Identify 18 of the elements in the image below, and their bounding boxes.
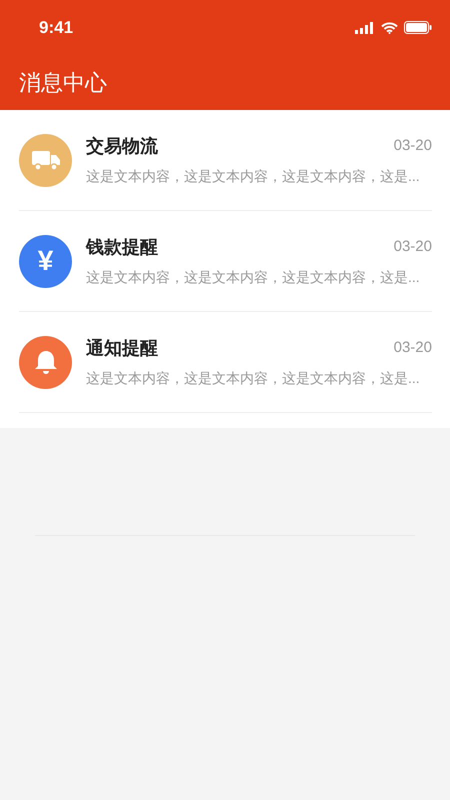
message-preview: 这是文本内容，这是文本内容，这是文本内容，这是... — [86, 167, 421, 186]
message-item[interactable]: 通知提醒 03-20 这是文本内容，这是文本内容，这是文本内容，这是... — [19, 312, 432, 413]
message-item[interactable]: 交易物流 03-20 这是文本内容，这是文本内容，这是文本内容，这是... — [19, 110, 432, 211]
message-preview: 这是文本内容，这是文本内容，这是文本内容，这是... — [86, 369, 421, 388]
message-date: 03-20 — [394, 338, 432, 358]
message-preview: 这是文本内容，这是文本内容，这是文本内容，这是... — [86, 268, 421, 287]
page-title: 消息中心 — [19, 69, 107, 97]
battery-icon — [404, 21, 432, 34]
message-item[interactable]: ¥ 钱款提醒 03-20 这是文本内容，这是文本内容，这是文本内容，这是... — [19, 211, 432, 312]
message-title: 交易物流 — [86, 135, 158, 158]
message-title: 钱款提醒 — [86, 236, 158, 259]
status-time: 9:41 — [39, 16, 74, 39]
signal-icon — [355, 22, 375, 34]
wifi-icon — [381, 22, 398, 34]
message-date: 03-20 — [394, 136, 432, 156]
yen-icon: ¥ — [19, 234, 72, 288]
message-title: 通知提醒 — [86, 337, 158, 360]
message-date: 03-20 — [394, 237, 432, 258]
